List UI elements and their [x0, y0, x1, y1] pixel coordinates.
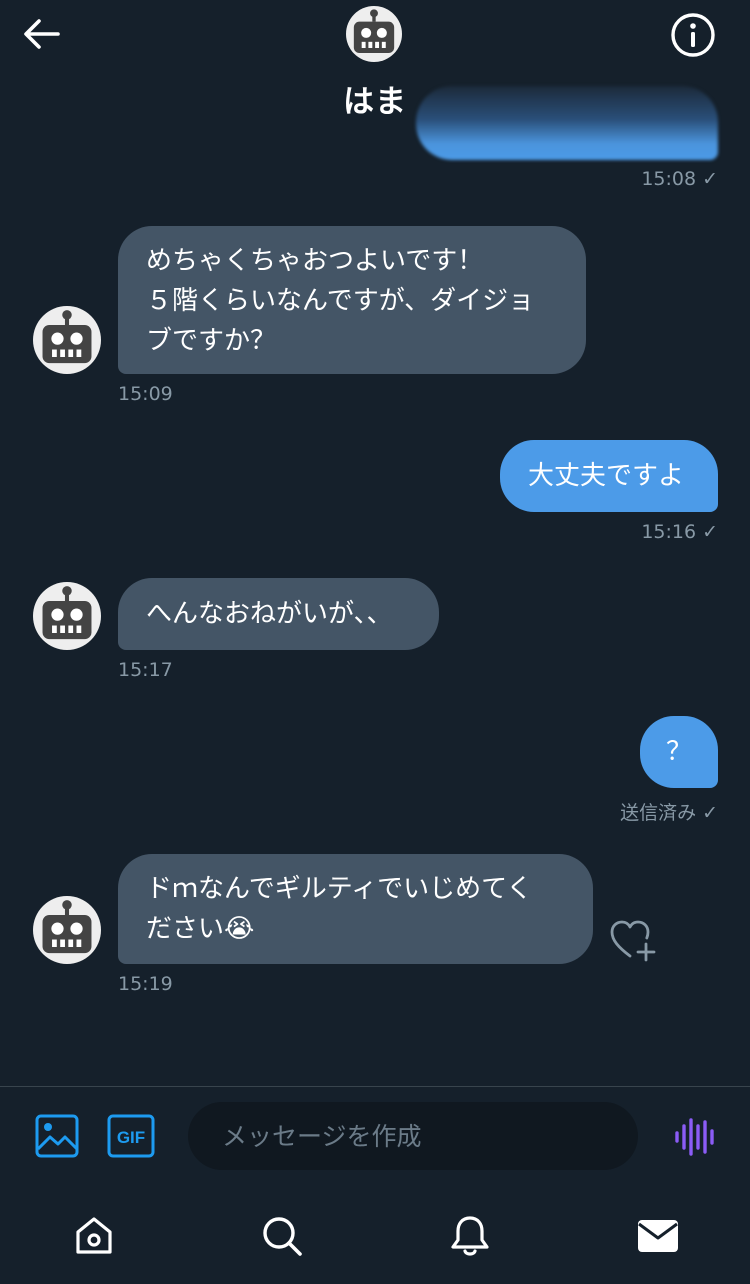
sender-avatar[interactable]: [33, 582, 101, 650]
message-bubble-incoming[interactable]: へんなおねがいが、、: [118, 578, 439, 650]
home-icon: [76, 1217, 112, 1254]
check-icon: ✓: [702, 521, 718, 543]
voice-message-button[interactable]: [672, 1116, 718, 1158]
message-input[interactable]: [188, 1102, 638, 1170]
bell-icon: [451, 1216, 489, 1256]
voice-waveform-icon: [675, 1118, 714, 1156]
arrow-left-icon: [24, 19, 60, 49]
composer-divider: [0, 1086, 750, 1087]
message-timestamp: 15:17: [118, 659, 173, 681]
svg-text:GIF: GIF: [117, 1128, 145, 1147]
mail-icon: [638, 1220, 678, 1252]
info-button[interactable]: [668, 12, 718, 58]
nav-search[interactable]: [258, 1212, 306, 1260]
heart-plus-icon: [610, 920, 656, 962]
gif-icon: GIF: [107, 1114, 155, 1158]
info-circle-icon: [671, 13, 715, 57]
nav-messages[interactable]: [634, 1212, 682, 1260]
message-bubble-outgoing[interactable]: [416, 86, 718, 160]
message-bubble-outgoing[interactable]: 大丈夫ですよ: [500, 440, 718, 512]
check-icon: ✓: [702, 802, 718, 824]
message-timestamp: 15:08 ✓: [641, 168, 718, 190]
sender-avatar[interactable]: [33, 896, 101, 964]
check-icon: ✓: [702, 168, 718, 190]
react-button[interactable]: [608, 916, 658, 962]
message-bubble-incoming[interactable]: めちゃくちゃおつよいです！ ５階くらいなんですが、ダイジョ ブですか？: [118, 226, 586, 374]
message-bubble-outgoing[interactable]: ？: [640, 716, 718, 788]
nav-home[interactable]: [70, 1212, 118, 1260]
nav-notifications[interactable]: [446, 1212, 494, 1260]
image-icon: [35, 1114, 79, 1158]
message-timestamp: 15:19: [118, 973, 173, 995]
sender-avatar[interactable]: [33, 306, 101, 374]
add-image-button[interactable]: [34, 1113, 80, 1159]
avatar[interactable]: [346, 6, 402, 62]
message-bubble-incoming[interactable]: ドｍなんでギルティでいじめてく ださい😭: [118, 854, 593, 964]
search-icon: [263, 1217, 302, 1256]
back-button[interactable]: [18, 14, 64, 54]
add-gif-button[interactable]: GIF: [107, 1114, 155, 1158]
message-timestamp: 15:09: [118, 383, 173, 405]
message-status: 送信済み ✓: [620, 802, 718, 824]
message-timestamp: 15:16 ✓: [641, 521, 718, 543]
